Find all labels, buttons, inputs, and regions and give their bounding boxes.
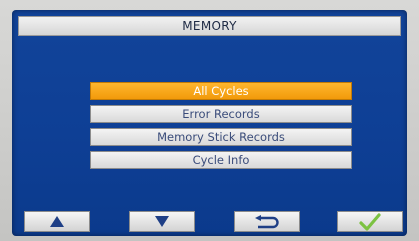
down-arrow-icon [155, 216, 169, 227]
menu-item-all-cycles[interactable]: All Cycles [90, 82, 352, 100]
menu-item-label: Memory Stick Records [157, 130, 285, 144]
down-button[interactable] [129, 211, 195, 232]
menu-item-label: All Cycles [193, 84, 249, 98]
page-title: MEMORY [18, 16, 401, 36]
page-title-text: MEMORY [182, 19, 237, 33]
back-button[interactable] [234, 211, 300, 232]
menu-item-cycle-info[interactable]: Cycle Info [90, 151, 352, 169]
up-button[interactable] [24, 211, 90, 232]
up-arrow-icon [50, 216, 64, 227]
display-screen: MEMORY All Cycles Error Records Memory S… [12, 10, 407, 236]
softkey-bar [12, 206, 407, 236]
menu-item-label: Cycle Info [192, 153, 250, 167]
checkmark-icon [359, 212, 381, 231]
menu-item-memory-stick-records[interactable]: Memory Stick Records [90, 128, 352, 146]
menu-item-error-records[interactable]: Error Records [90, 105, 352, 123]
return-arrow-icon [255, 214, 279, 228]
menu-item-label: Error Records [182, 107, 260, 121]
confirm-button[interactable] [337, 211, 403, 232]
memory-menu: All Cycles Error Records Memory Stick Re… [90, 82, 352, 174]
